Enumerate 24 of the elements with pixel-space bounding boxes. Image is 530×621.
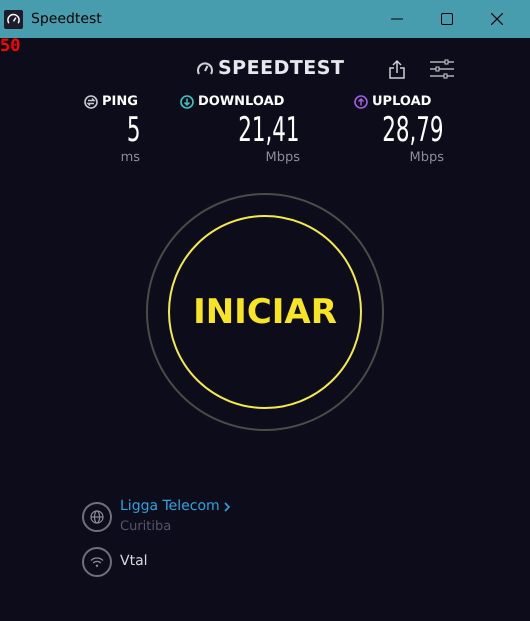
metric-label: DOWNLOAD <box>198 93 284 111</box>
server-location: Curitiba <box>120 518 172 536</box>
app-icon <box>4 10 23 28</box>
minimize-icon[interactable] <box>391 18 403 20</box>
logo-text: SPEEDTEST <box>218 56 344 81</box>
maximize-icon[interactable] <box>441 13 453 25</box>
globe-icon <box>82 502 112 532</box>
chevron-icon <box>224 502 230 512</box>
gauge-icon <box>196 60 214 76</box>
metric-unit: Mbps <box>410 148 444 166</box>
start-button[interactable]: INICIAR <box>168 215 362 409</box>
provider-name: Vtal <box>120 552 148 571</box>
metric-label: UPLOAD <box>372 93 432 111</box>
server-link[interactable]: Ligga Telecom <box>120 496 220 517</box>
metric-label: PING <box>102 93 138 111</box>
overlay-counter: 50 <box>0 38 20 58</box>
window-title: Speedtest <box>31 10 102 28</box>
metric-value: 28,79 <box>382 112 444 148</box>
close-icon[interactable] <box>491 13 503 25</box>
metric-value: 21,41 <box>238 112 300 148</box>
wifi-icon <box>82 546 112 576</box>
metric-value: 5 <box>126 112 140 148</box>
metric-unit: ms <box>120 148 140 166</box>
metric-unit: Mbps <box>266 148 300 166</box>
